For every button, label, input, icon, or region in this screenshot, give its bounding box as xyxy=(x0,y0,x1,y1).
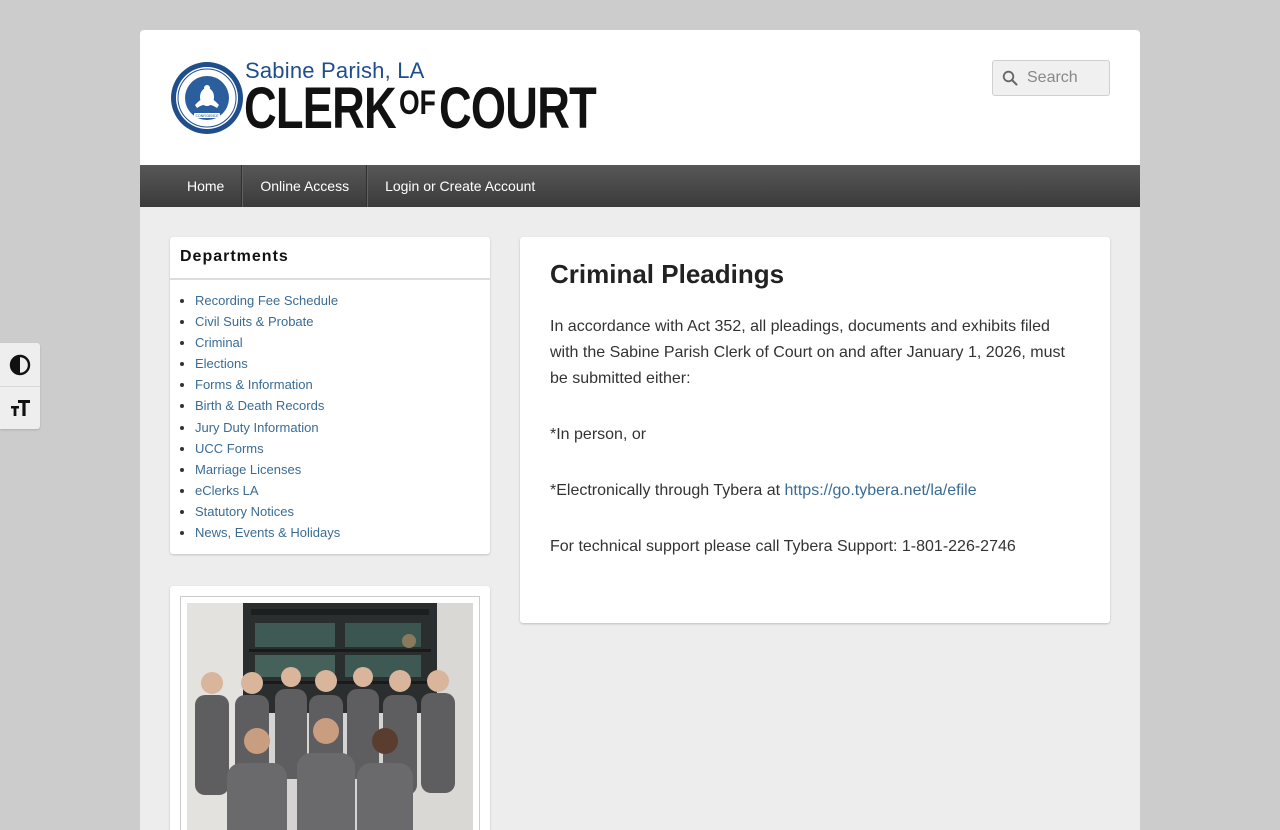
list-item: eClerks LA xyxy=(195,480,490,501)
list-item: Civil Suits & Probate xyxy=(195,311,490,332)
search-icon[interactable] xyxy=(1002,70,1018,86)
dept-link-statutory-notices[interactable]: Statutory Notices xyxy=(195,504,294,519)
logo-word-clerk: CLERK xyxy=(244,76,397,141)
dept-link-eclerks-la[interactable]: eClerks LA xyxy=(195,483,259,498)
dept-link-marriage-licenses[interactable]: Marriage Licenses xyxy=(195,462,301,477)
site-logo[interactable]: CONFIDENCE Sabine Parish, LA CLERKOFCOUR… xyxy=(170,58,597,138)
departments-title: Departments xyxy=(170,237,490,280)
main-content: Criminal Pleadings In accordance with Ac… xyxy=(520,237,1110,623)
dept-link-news-events-holidays[interactable]: News, Events & Holidays xyxy=(195,525,340,540)
photo-frame xyxy=(180,596,480,830)
dept-link-recording-fee-schedule[interactable]: Recording Fee Schedule xyxy=(195,293,338,308)
contrast-icon xyxy=(9,354,31,375)
svg-text:CONFIDENCE: CONFIDENCE xyxy=(195,114,218,118)
list-item: Birth & Death Records xyxy=(195,395,490,416)
list-item: UCC Forms xyxy=(195,438,490,459)
state-seal-icon: CONFIDENCE xyxy=(171,62,243,134)
nav-item-online-access[interactable]: Online Access xyxy=(242,165,368,207)
nav-item-home[interactable]: Home xyxy=(170,165,243,207)
dept-link-criminal[interactable]: Criminal xyxy=(195,335,243,350)
search-box xyxy=(992,60,1110,96)
toggle-font-size-button[interactable] xyxy=(0,386,40,429)
font-size-icon xyxy=(11,400,30,416)
dept-link-civil-suits-probate[interactable]: Civil Suits & Probate xyxy=(195,314,314,329)
support-paragraph: For technical support please call Tybera… xyxy=(550,538,1016,555)
in-person-option: *In person, or xyxy=(550,426,647,443)
search-input[interactable] xyxy=(1027,69,1107,87)
dept-link-jury-duty[interactable]: Jury Duty Information xyxy=(195,420,319,435)
list-item: Marriage Licenses xyxy=(195,459,490,480)
logo-title: CLERKOFCOURT xyxy=(244,80,597,138)
nav-item-login[interactable]: Login or Create Account xyxy=(367,165,552,207)
staff-photo-widget xyxy=(170,586,490,830)
page-title: Criminal Pleadings xyxy=(550,259,785,289)
accessibility-toolbar xyxy=(0,343,40,429)
departments-widget: Departments Recording Fee Schedule Civil… xyxy=(170,237,490,554)
list-item: Recording Fee Schedule xyxy=(195,290,490,311)
logo-word-court: COURT xyxy=(439,76,597,141)
dept-link-ucc-forms[interactable]: UCC Forms xyxy=(195,441,264,456)
site-header: CONFIDENCE Sabine Parish, LA CLERKOFCOUR… xyxy=(140,30,1140,165)
page-container: CONFIDENCE Sabine Parish, LA CLERKOFCOUR… xyxy=(140,30,1140,830)
dept-link-forms-information[interactable]: Forms & Information xyxy=(195,377,313,392)
dept-link-birth-death-records[interactable]: Birth & Death Records xyxy=(195,398,324,413)
main-navigation: Home Online Access Login or Create Accou… xyxy=(140,165,1140,207)
tybera-efile-link[interactable]: https://go.tybera.net/la/efile xyxy=(785,482,977,499)
staff-group-photo xyxy=(187,603,473,830)
dept-link-elections[interactable]: Elections xyxy=(195,356,248,371)
list-item: Jury Duty Information xyxy=(195,417,490,438)
electronic-option-text: *Electronically through Tybera at xyxy=(550,482,785,499)
list-item: Statutory Notices xyxy=(195,501,490,522)
list-item: News, Events & Holidays xyxy=(195,522,490,543)
logo-word-of: OF xyxy=(399,84,436,122)
notice-paragraph: In accordance with Act 352, all pleading… xyxy=(550,318,1065,387)
list-item: Criminal xyxy=(195,332,490,353)
list-item: Elections xyxy=(195,353,490,374)
toggle-contrast-button[interactable] xyxy=(0,343,40,386)
departments-list: Recording Fee Schedule Civil Suits & Pro… xyxy=(170,280,490,543)
electronic-option: *Electronically through Tybera at https:… xyxy=(550,478,1080,504)
list-item: Forms & Information xyxy=(195,374,490,395)
